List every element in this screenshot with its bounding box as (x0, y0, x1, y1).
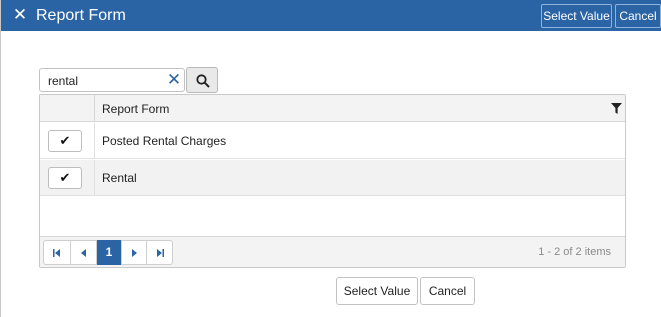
next-page-button[interactable] (121, 240, 147, 265)
select-row-button[interactable]: ✔ (48, 130, 82, 152)
table-row: ✔ Rental (40, 160, 625, 196)
select-cell: ✔ (40, 160, 95, 196)
checkmark-icon: ✔ (59, 170, 71, 185)
report-form-dialog: ✕ Report Form Select Value Cancel ✕ Repo… (0, 0, 661, 317)
dialog-titlebar: ✕ Report Form Select Value Cancel (1, 0, 661, 31)
current-page-button[interactable]: 1 (97, 240, 121, 265)
cancel-button[interactable]: Cancel (420, 277, 475, 305)
checkmark-icon: ✔ (59, 133, 71, 148)
first-page-button[interactable] (43, 240, 71, 265)
grid-header: Report Form (40, 95, 625, 122)
clear-icon[interactable]: ✕ (166, 71, 182, 88)
first-page-icon (53, 249, 60, 257)
table-row: ✔ Posted Rental Charges (40, 123, 625, 159)
select-column-header (40, 95, 95, 122)
column-header-report-form[interactable]: Report Form (102, 102, 169, 116)
select-row-button[interactable]: ✔ (48, 167, 82, 189)
last-page-button[interactable] (146, 240, 173, 265)
report-form-cell: Posted Rental Charges (102, 134, 227, 148)
next-page-icon (132, 249, 137, 257)
titlebar-cancel-button[interactable]: Cancel (615, 4, 661, 28)
report-form-cell: Rental (102, 171, 137, 185)
search-button[interactable] (186, 67, 218, 93)
close-icon[interactable]: ✕ (12, 6, 28, 24)
pager-info: 1 - 2 of 2 items (538, 246, 611, 258)
previous-page-button[interactable] (70, 240, 97, 265)
select-cell: ✔ (40, 123, 95, 159)
report-form-grid: Report Form ✔ Posted Rental Charges ✔ Re… (39, 94, 626, 268)
select-value-button[interactable]: Select Value (336, 277, 418, 305)
last-page-icon (156, 249, 164, 257)
grid-pager: 1 1 - 2 of 2 items (40, 236, 625, 267)
search-box: ✕ (39, 68, 185, 92)
search-icon (196, 74, 210, 88)
previous-page-icon (80, 249, 86, 257)
search-input[interactable] (48, 73, 158, 89)
dialog-title: Report Form (36, 7, 126, 24)
titlebar-select-value-button[interactable]: Select Value (541, 4, 612, 28)
filter-icon[interactable] (611, 103, 622, 114)
